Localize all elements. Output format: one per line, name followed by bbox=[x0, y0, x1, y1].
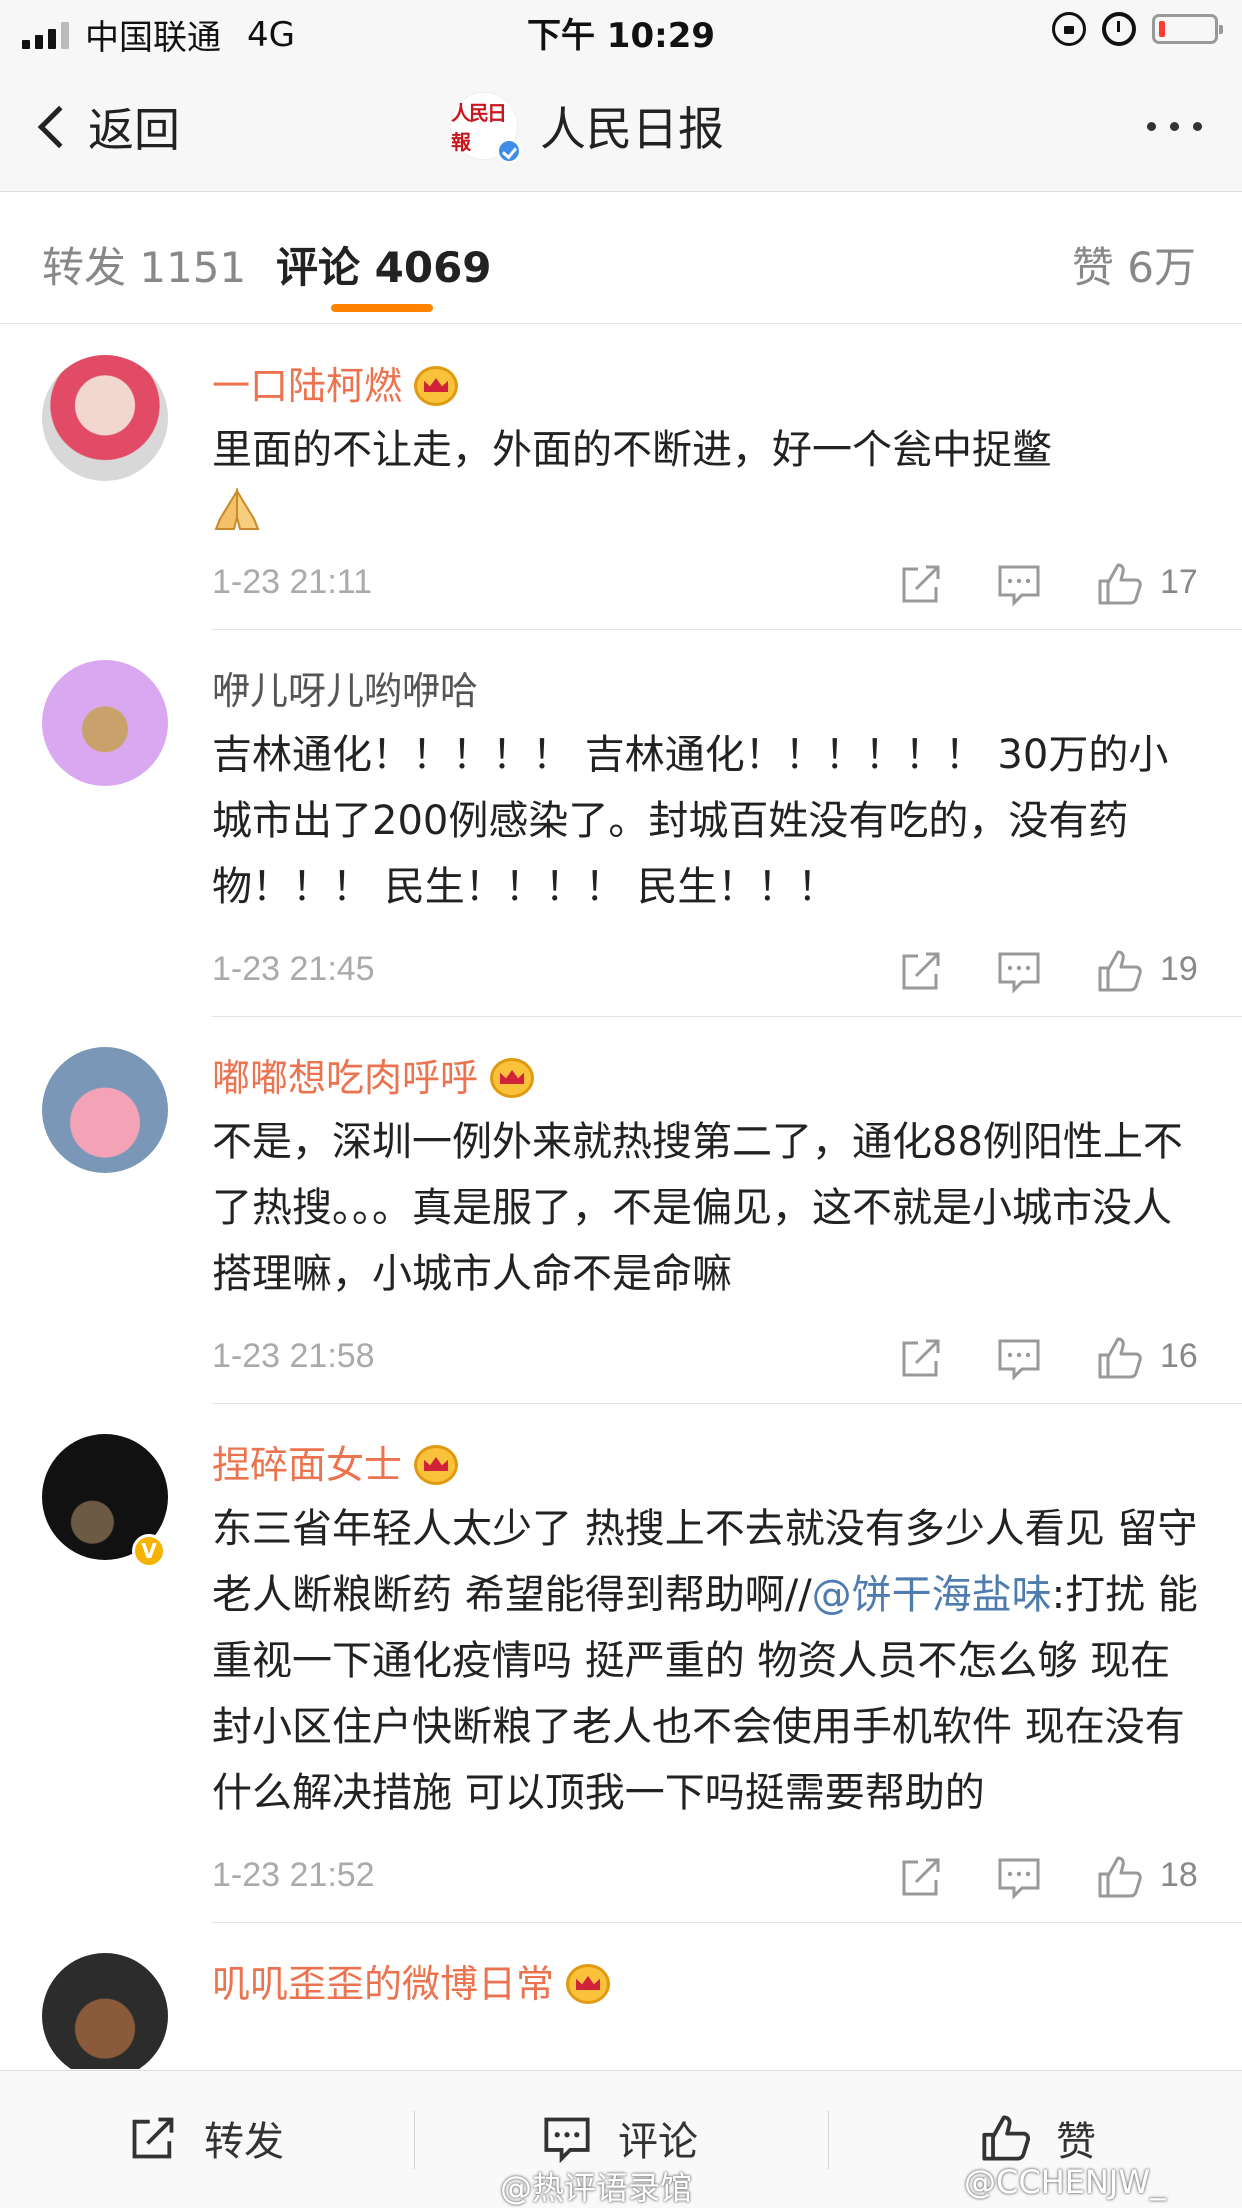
username-row: 捏碎面女士 bbox=[212, 1440, 1202, 1490]
username[interactable]: 一口陆柯燃 bbox=[212, 361, 402, 411]
pray-hands-icon bbox=[214, 487, 260, 530]
tab-like[interactable]: 赞 6万 bbox=[1072, 234, 1196, 295]
tab-repost[interactable]: 转发 1151 bbox=[42, 234, 246, 295]
like-icon[interactable] bbox=[1096, 948, 1142, 994]
vip-crown-icon bbox=[414, 1445, 459, 1485]
comment-text: 东三省年轻人太少了 热搜上不去就没有多少人看见 留守老人断粮断药 希望能得到帮助… bbox=[212, 1496, 1202, 1826]
repost-label: 转发 bbox=[204, 2119, 284, 2165]
like-icon[interactable] bbox=[1096, 561, 1142, 607]
more-options-icon[interactable] bbox=[1147, 122, 1202, 131]
like-label: 赞 bbox=[1056, 2119, 1096, 2165]
like-icon[interactable] bbox=[1096, 1854, 1142, 1900]
share-icon bbox=[132, 2117, 174, 2159]
like-count: 19 bbox=[1160, 950, 1198, 988]
reply-icon[interactable] bbox=[996, 1854, 1042, 1900]
like-button[interactable]: 赞 bbox=[980, 2109, 1096, 2167]
username-row: 嘟嘟想吃肉呼呼 bbox=[212, 1053, 1202, 1103]
comment-text: 吉林通化！！！！！ 吉林通化！！！！！！ 30万的小城市出了200例感染了。封城… bbox=[212, 732, 1169, 910]
comment-icon bbox=[544, 2117, 590, 2163]
alarm-clock-icon bbox=[1102, 12, 1136, 46]
vip-crown-icon bbox=[490, 1058, 535, 1098]
comment-time: 1-23 21:11 bbox=[212, 563, 373, 601]
like-icon[interactable] bbox=[1096, 1335, 1142, 1381]
status-bar: 中国联通 4G 下午 10:29 bbox=[0, 0, 1242, 62]
watermark: @热评语录馆 bbox=[500, 2169, 693, 2207]
username[interactable]: 咿儿呀儿哟咿哈 bbox=[212, 666, 478, 716]
verified-v-badge: V bbox=[132, 1534, 166, 1568]
status-right bbox=[1052, 12, 1223, 46]
interaction-tabs: 转发 1151 评论 4069 赞 6万 bbox=[0, 192, 1242, 324]
watermark: @CCHENJW_ bbox=[964, 2163, 1166, 2201]
active-tab-indicator bbox=[331, 304, 433, 312]
reply-icon[interactable] bbox=[996, 561, 1042, 607]
user-mention-link[interactable]: @饼干海盐味 bbox=[812, 1572, 1052, 1618]
account-avatar: 人民日報 bbox=[450, 92, 521, 163]
chevron-left-icon bbox=[37, 105, 81, 149]
share-icon[interactable] bbox=[898, 1854, 944, 1900]
share-icon[interactable] bbox=[898, 1335, 944, 1381]
comment-time: 1-23 21:52 bbox=[212, 1856, 375, 1894]
comment-meta: 1-23 21:11 17 bbox=[212, 539, 1202, 629]
comment-time: 1-23 21:45 bbox=[212, 950, 375, 988]
reply-icon[interactable] bbox=[996, 1335, 1042, 1381]
comment-item: 叽叽歪歪的微博日常 bbox=[0, 1923, 1242, 2069]
username-row: 咿儿呀儿哟咿哈 bbox=[212, 666, 1202, 716]
avatar[interactable] bbox=[42, 1953, 168, 2069]
like-count: 18 bbox=[1160, 1856, 1198, 1894]
vip-crown-icon bbox=[566, 1964, 611, 2004]
repost-button[interactable]: 转发 bbox=[128, 2109, 284, 2167]
like-count: 17 bbox=[1160, 563, 1198, 601]
like-count: 16 bbox=[1160, 1337, 1198, 1375]
tab-comment[interactable]: 评论 4069 bbox=[276, 234, 492, 295]
username-row: 叽叽歪歪的微博日常 bbox=[212, 1959, 1202, 2009]
username[interactable]: 嘟嘟想吃肉呼呼 bbox=[212, 1053, 478, 1103]
comment-time: 1-23 21:58 bbox=[212, 1337, 375, 1375]
battery-icon bbox=[1152, 14, 1223, 44]
nav-bar: 返回 人民日報 人民日报 bbox=[0, 62, 1242, 192]
comment-meta: 1-23 21:45 19 bbox=[212, 926, 1202, 1016]
toolbar-divider bbox=[828, 2111, 829, 2169]
like-icon bbox=[982, 2115, 1030, 2161]
back-label: 返回 bbox=[88, 103, 180, 157]
bottom-toolbar: 转发 评论 赞 @热评语录馆 @CCHENJW_ bbox=[0, 2070, 1242, 2208]
username-row: 一口陆柯燃 bbox=[212, 361, 1202, 411]
comment-meta: 1-23 21:58 16 bbox=[212, 1313, 1202, 1403]
username[interactable]: 叽叽歪歪的微博日常 bbox=[212, 1959, 554, 2009]
share-icon[interactable] bbox=[898, 948, 944, 994]
share-icon[interactable] bbox=[898, 561, 944, 607]
comment-item: V 捏碎面女士 东三省年轻人太少了 热搜上不去就没有多少人看见 留守老人断粮断药… bbox=[0, 1404, 1242, 1923]
comment-button[interactable]: 评论 bbox=[542, 2109, 698, 2167]
comment-list[interactable]: 一口陆柯燃 里面的不让走，外面的不断进，好一个瓮中捉鳖 1-23 21:11 1… bbox=[0, 325, 1242, 2069]
comment-label: 评论 bbox=[618, 2119, 698, 2165]
verified-badge-icon bbox=[497, 139, 521, 163]
avatar[interactable] bbox=[42, 660, 168, 786]
comment-item: 一口陆柯燃 里面的不让走，外面的不断进，好一个瓮中捉鳖 1-23 21:11 1… bbox=[0, 325, 1242, 630]
avatar[interactable] bbox=[42, 1047, 168, 1173]
reply-icon[interactable] bbox=[996, 948, 1042, 994]
comment-text: 不是，深圳一例外来就热搜第二了，通化88例阳性上不了热搜。。。真是服了，不是偏见… bbox=[212, 1119, 1183, 1297]
back-button[interactable]: 返回 bbox=[34, 94, 180, 160]
page-title: 人民日报 bbox=[540, 102, 724, 156]
comment-meta: 1-23 21:52 18 bbox=[212, 1832, 1202, 1922]
avatar[interactable] bbox=[42, 355, 168, 481]
comment-text: 里面的不让走，外面的不断进，好一个瓮中捉鳖 bbox=[212, 427, 1052, 473]
comment-item: 嘟嘟想吃肉呼呼 不是，深圳一例外来就热搜第二了，通化88例阳性上不了热搜。。。真… bbox=[0, 1017, 1242, 1404]
toolbar-divider bbox=[414, 2111, 415, 2169]
vip-crown-icon bbox=[414, 366, 459, 406]
comment-item: 咿儿呀儿哟咿哈 吉林通化！！！！！ 吉林通化！！！！！！ 30万的小城市出了20… bbox=[0, 630, 1242, 1017]
username[interactable]: 捏碎面女士 bbox=[212, 1440, 402, 1490]
rotation-lock-icon bbox=[1052, 12, 1086, 46]
account-title[interactable]: 人民日報 人民日报 bbox=[450, 92, 724, 163]
